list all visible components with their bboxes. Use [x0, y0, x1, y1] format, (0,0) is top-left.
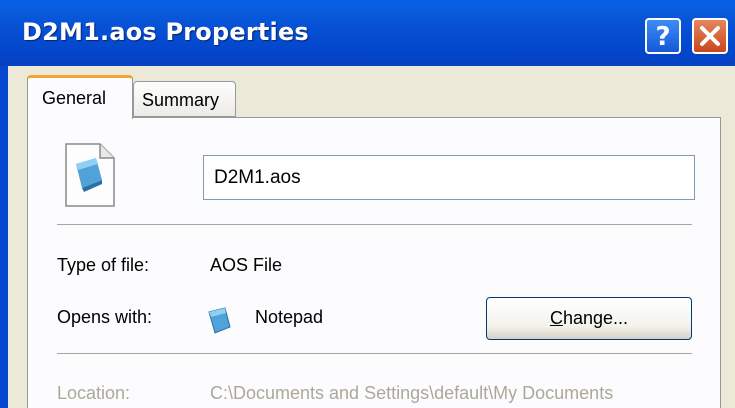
tab-summary-label: Summary: [142, 90, 220, 110]
window-title: D2M1.aos Properties: [22, 18, 309, 46]
window-frame-left: [0, 66, 8, 408]
close-button[interactable]: [692, 18, 728, 54]
document-file-icon: [62, 140, 118, 214]
title-bar[interactable]: D2M1.aos Properties ?: [0, 0, 735, 66]
location-label: Location:: [57, 383, 131, 403]
location-value: C:\Documents and Settings\default\My Doc…: [210, 383, 614, 403]
tab-general-label: General: [42, 88, 107, 108]
change-button[interactable]: Change...: [486, 297, 692, 340]
file-name-input[interactable]: [203, 155, 695, 200]
properties-dialog: D2M1.aos Properties ? General Summary D2…: [0, 0, 735, 408]
change-button-label: hange...: [562, 308, 629, 328]
type-of-file-label: Type of file:: [57, 255, 150, 275]
svg-text:?: ?: [655, 22, 670, 52]
notepad-app-icon: [205, 305, 235, 339]
opens-with-value: Notepad: [255, 307, 324, 327]
separator: [57, 224, 692, 225]
tab-summary[interactable]: Summary: [133, 81, 236, 117]
opens-with-label: Opens with:: [57, 307, 153, 327]
separator: [57, 353, 692, 354]
help-icon: ?: [655, 22, 670, 52]
help-button[interactable]: ?: [645, 18, 681, 54]
type-of-file-value: AOS File: [210, 255, 283, 275]
tab-general[interactable]: General: [27, 75, 133, 119]
close-icon: [700, 26, 720, 46]
change-button-mnemonic: C: [549, 308, 563, 328]
